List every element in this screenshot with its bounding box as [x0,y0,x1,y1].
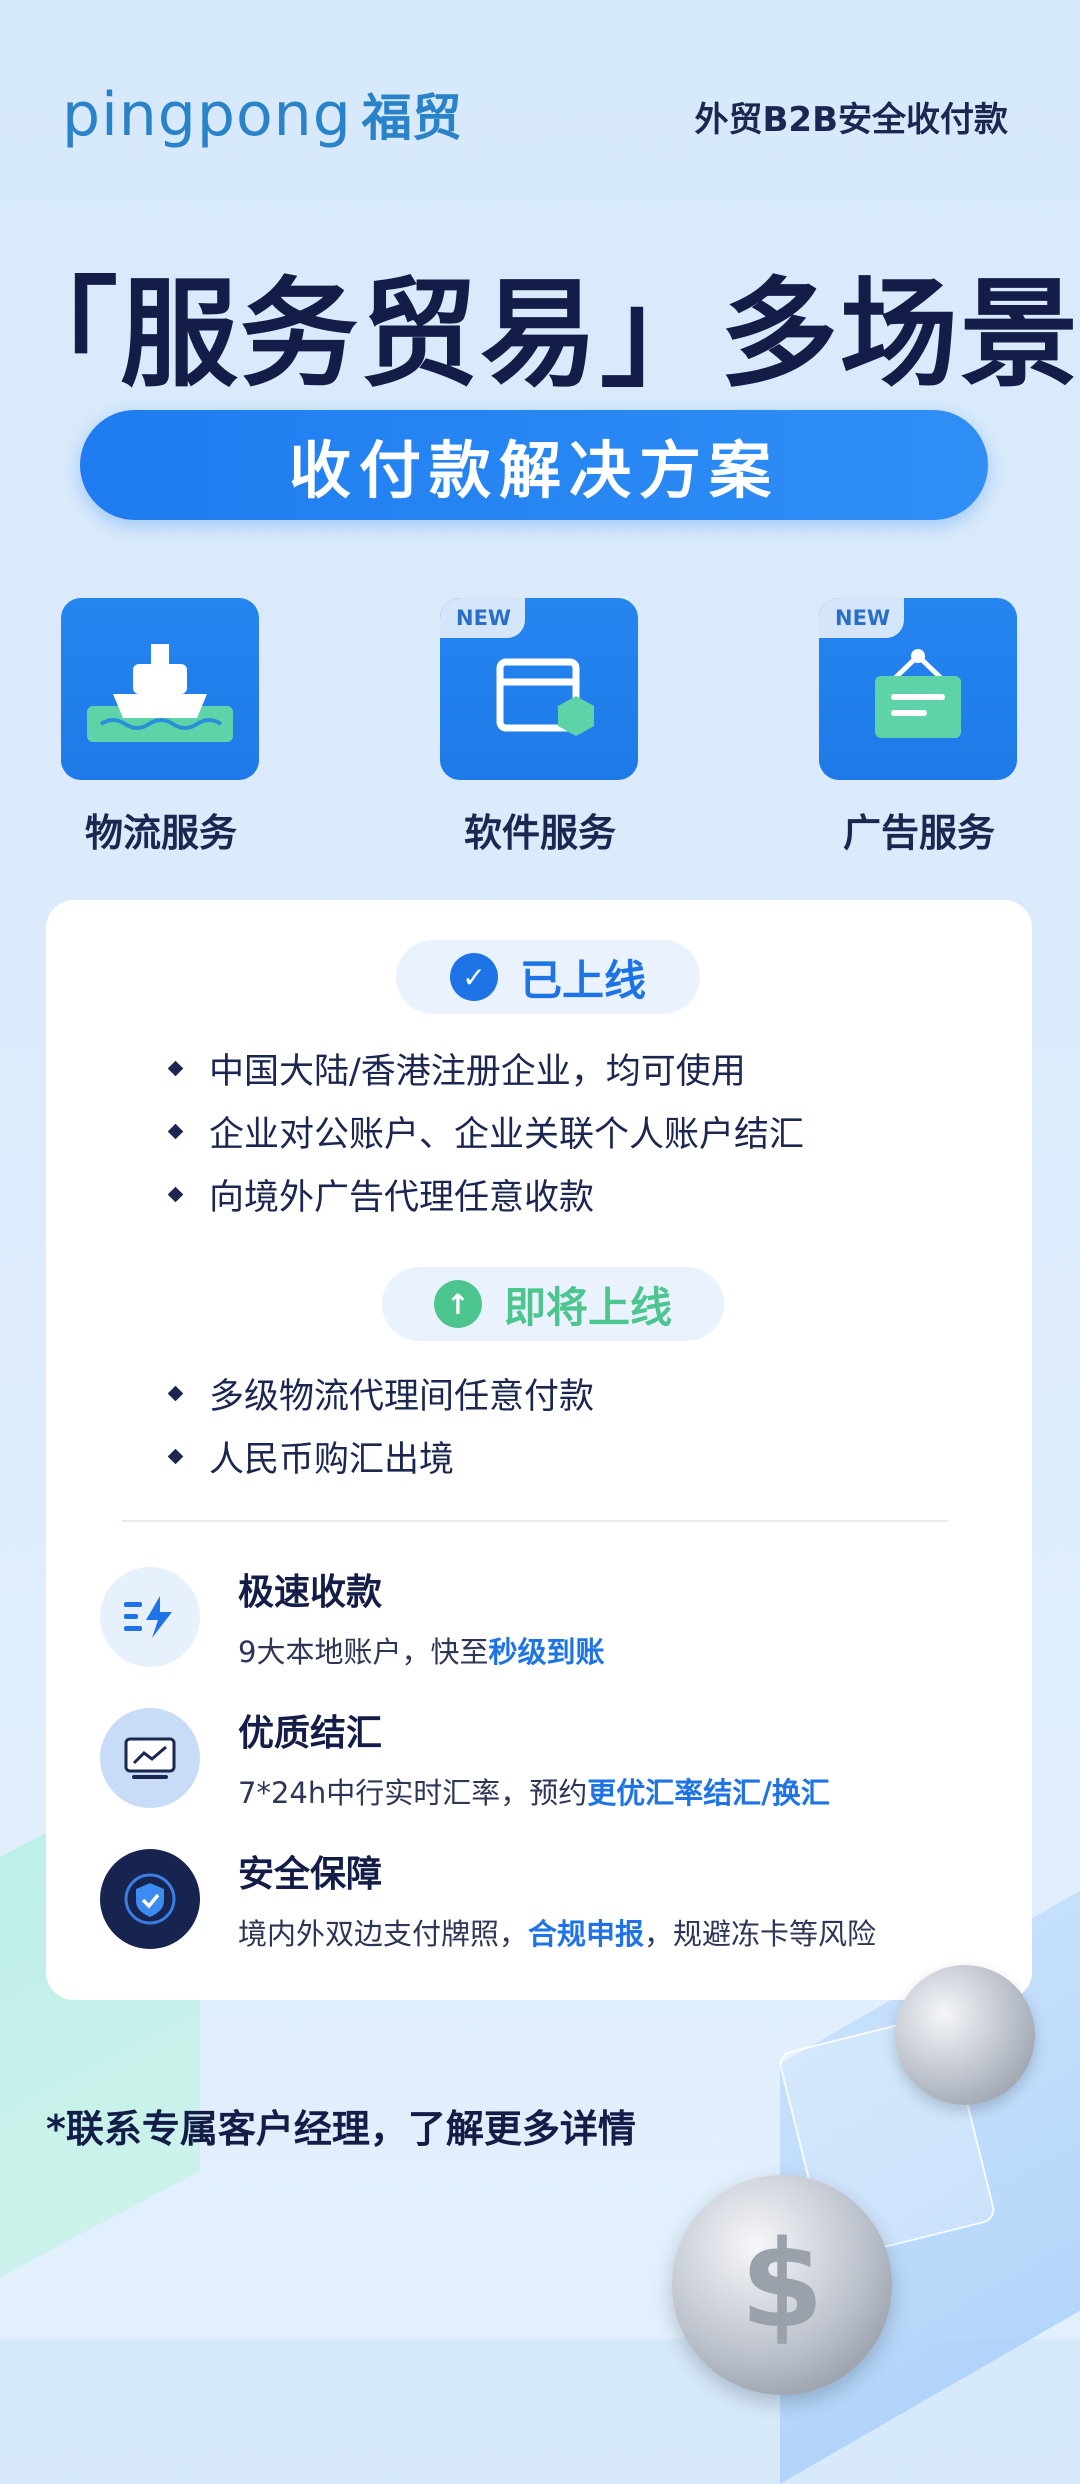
list-item: 企业对公账户、企业关联个人账户结汇 [167,1100,805,1163]
ship-icon [87,644,233,742]
logo-text-cn: 福贸 [361,89,462,147]
logo-text-en: pingpong [62,80,352,150]
service-card-advertising: NEW 广告服务 [819,598,1019,857]
status-online-title: 已上线 [519,955,646,1005]
service-label: 物流服务 [84,811,237,855]
feature-fast-receipt: 极速收款 9大本地账户，快至秒级到账 [100,1563,604,1671]
service-label: 软件服务 [463,811,616,855]
feature-title: 优质结汇 [238,1713,383,1754]
online-list: 中国大陆/香港注册企业，均可使用 企业对公账户、企业关联个人账户结汇 向境外广告… [167,1037,805,1226]
tagline: 外贸B2B安全收付款 [694,100,1009,140]
list-item: 向境外广告代理任意收款 [167,1163,804,1226]
feature-desc: 境内外双边支付牌照，合规申报，规避冻卡等风险 [238,1917,877,1951]
new-badge: NEW [819,598,905,638]
list-item: 人民币购汇出境 [167,1425,594,1488]
feature-security: 安全保障 境内外双边支付牌照，合规申报，规避冻卡等风险 [100,1845,876,1953]
status-upcoming-badge: ↑ 即将上线 [382,1267,724,1341]
headline: 「服务贸易」多场景 [0,265,1080,403]
list-item: 多级物流代理间任意付款 [167,1362,595,1425]
feature-title: 安全保障 [238,1854,383,1895]
feature-title: 极速收款 [238,1572,383,1613]
arrow-up-icon: ↑ [433,1280,482,1328]
bullet-icon [167,1123,184,1140]
list-item-text: 多级物流代理间任意付款 [209,1377,595,1417]
service-card-logistics: 物流服务 [61,598,261,857]
contact-note: *联系专属客户经理，了解更多详情 [46,2107,636,2151]
service-icon-box [61,598,259,780]
status-online-badge: ✓ 已上线 [396,940,700,1014]
feature-desc: 7*24h中行实时汇率，预约更优汇率结汇/换汇 [238,1776,830,1810]
service-label: 广告服务 [842,811,995,855]
feature-quality-fx: 优质结汇 7*24h中行实时汇率，预约更优汇率结汇/换汇 [100,1704,830,1812]
service-card-software: NEW 软件服务 [440,598,640,857]
lightning-icon [100,1567,200,1667]
list-item-text: 企业对公账户、企业关联个人账户结汇 [209,1115,805,1155]
service-icon-box: NEW [440,598,638,780]
shield-icon [100,1849,200,1949]
chart-trend-icon [100,1708,200,1808]
list-item-text: 人民币购汇出境 [209,1440,455,1480]
list-item: 中国大陆/香港注册企业，均可使用 [167,1037,804,1100]
feature-desc: 9大本地账户，快至秒级到账 [238,1635,605,1669]
check-icon: ✓ [449,953,498,1001]
bullet-icon [167,1385,184,1402]
list-item-text: 向境外广告代理任意收款 [209,1178,595,1218]
status-upcoming-title: 即将上线 [503,1282,672,1332]
bullet-icon [167,1060,184,1077]
dollar-coin-icon: $ [672,2175,892,2395]
bullet-icon [167,1186,184,1203]
coin-icon [895,1965,1035,2105]
service-icon-box: NEW [819,598,1017,780]
bullet-icon [167,1448,184,1465]
divider [122,1520,948,1522]
subtitle-banner: 收付款解决方案 [80,410,988,520]
list-item-text: 中国大陆/香港注册企业，均可使用 [209,1052,746,1092]
brand-logo: pingpong 福贸 [62,78,462,150]
upcoming-list: 多级物流代理间任意付款 人民币购汇出境 [167,1362,595,1488]
new-badge: NEW [440,598,526,638]
